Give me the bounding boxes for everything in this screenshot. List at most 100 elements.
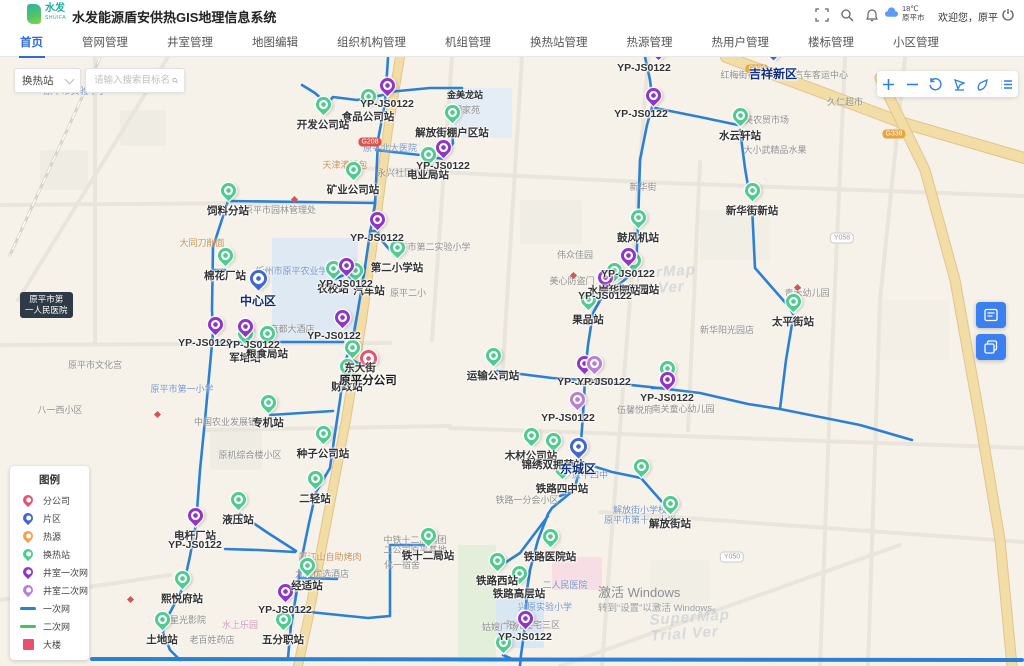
pipeline-primary bbox=[92, 659, 1022, 660]
legend-item-label: 井室一次网 bbox=[43, 566, 88, 579]
map-poi-label: 伍馨悦府 bbox=[617, 403, 653, 416]
measure-button[interactable] bbox=[950, 75, 968, 93]
station-label: 液压站 bbox=[222, 512, 254, 527]
map-canvas[interactable]: 换热站 bbox=[0, 57, 1024, 666]
layers-panel-button[interactable] bbox=[976, 334, 1006, 360]
logo-text-cn: 水发 bbox=[45, 4, 65, 14]
station-label: 运输公司站 bbox=[467, 368, 520, 383]
legend-item-label: 分公司 bbox=[43, 494, 70, 507]
map-poi-label: 新华街 bbox=[629, 180, 656, 193]
nav-tab-2[interactable]: 井室管理 bbox=[167, 34, 213, 50]
legend-pin-icon bbox=[20, 585, 36, 595]
welcome-text: 欢迎您，原平 bbox=[938, 9, 998, 24]
legend-panel: 图例 分公司片区热源换热站井室一次网井室二次网一次网二次网大楼 bbox=[10, 466, 89, 660]
station-label: 原平分公司 bbox=[339, 372, 397, 388]
pipeline-primary bbox=[225, 549, 295, 552]
activation-line2: 转到“设置”以激活 Windows。 bbox=[598, 600, 722, 614]
app-header: 水发 SHUIFA 水发能源盾安供热GIS地理信息系统 18℃ 原平市 欢迎您，… bbox=[0, 0, 1024, 28]
zoom-out-button[interactable] bbox=[903, 75, 921, 93]
nav-tab-0[interactable]: 首页 bbox=[20, 34, 43, 50]
nav-tab-10[interactable]: 小区管理 bbox=[893, 34, 939, 50]
station-label: YP-JS0122 bbox=[416, 160, 470, 172]
map-poi-label: 新华阳光园店 bbox=[700, 323, 754, 336]
station-label: YP-JS0122 bbox=[498, 631, 552, 643]
station-label: 第二小学站 bbox=[371, 260, 424, 275]
legend-item-2: 热源 bbox=[10, 527, 89, 545]
search-submit-icon[interactable] bbox=[172, 75, 178, 86]
bell-icon[interactable] bbox=[865, 8, 879, 22]
road-badge: G338 bbox=[882, 130, 905, 139]
chevron-down-icon bbox=[65, 74, 75, 84]
search-category-select[interactable]: 换热站 bbox=[14, 68, 81, 93]
app-title: 水发能源盾安供热GIS地理信息系统 bbox=[72, 7, 276, 26]
station-label: YP-JS0122 bbox=[178, 337, 232, 349]
legend-item-6: 一次网 bbox=[10, 599, 89, 617]
nav-tab-5[interactable]: 机组管理 bbox=[445, 34, 491, 50]
legend-item-label: 二次网 bbox=[43, 620, 70, 633]
zoom-in-button[interactable] bbox=[880, 75, 898, 93]
nav-tab-7[interactable]: 热源管理 bbox=[627, 34, 673, 50]
station-label: 铁十二局站 bbox=[402, 548, 455, 563]
draw-button[interactable] bbox=[974, 75, 992, 93]
map-poi-label: 忻州市原平农业学校 bbox=[255, 264, 336, 277]
map-poi-label: 大小武精品水果 bbox=[743, 143, 806, 156]
station-label: YP-JS0122 bbox=[614, 108, 668, 120]
main-nav: 首页 管网管理 井室管理 地图编辑 组织机构管理 机组管理 换热站管理 热源管理 热用户管理 楼标… bbox=[0, 28, 1024, 57]
legend-line-icon bbox=[20, 625, 36, 628]
station-label: 吉祥新区 bbox=[749, 65, 797, 82]
nav-tab-6[interactable]: 换热站管理 bbox=[530, 34, 588, 50]
station-label: 熙悦府站 bbox=[161, 591, 203, 606]
logout-icon[interactable] bbox=[1001, 8, 1015, 22]
logo-text-en: SHUIFA bbox=[45, 15, 66, 21]
weather-city: 原平市 bbox=[902, 13, 925, 22]
search-category-value: 换热站 bbox=[22, 73, 54, 88]
station-label: 新华街新站 bbox=[726, 203, 779, 218]
map-toolbar bbox=[877, 71, 1018, 97]
legend-item-label: 换热站 bbox=[43, 548, 70, 561]
station-label: 种子公司站 bbox=[297, 446, 350, 461]
windows-activation-watermark: 激活 Windows 转到“设置”以激活 Windows。 bbox=[598, 585, 722, 614]
map-poi-label: 二人民医院 bbox=[542, 578, 587, 591]
map-poi-label: 老百姓药店 bbox=[189, 633, 234, 646]
legend-item-0: 分公司 bbox=[10, 491, 89, 509]
map-poi-label: 原机综合楼小区 bbox=[218, 448, 281, 461]
station-label: 果品站 bbox=[572, 312, 604, 327]
map-poi-label: 大同刀削面 bbox=[179, 236, 224, 249]
legend-item-7: 二次网 bbox=[10, 617, 89, 635]
search-icon[interactable] bbox=[840, 8, 854, 22]
weather-widget[interactable]: 18℃ 原平市 bbox=[884, 4, 925, 22]
station-label: YP-JS0122 bbox=[640, 392, 694, 404]
legend-item-label: 一次网 bbox=[43, 602, 70, 615]
search-input[interactable] bbox=[92, 74, 172, 87]
reset-view-button[interactable] bbox=[927, 75, 945, 93]
legend-pin-icon bbox=[20, 531, 36, 541]
pipeline-primary bbox=[780, 318, 793, 409]
station-label: YP-JS0122 bbox=[577, 376, 631, 388]
cloud-icon bbox=[884, 7, 899, 19]
legend-panel-button[interactable] bbox=[976, 302, 1006, 328]
station-label: 饲料分站 bbox=[207, 203, 249, 218]
station-label: YP-JS0122 bbox=[360, 98, 414, 110]
hospital-dark-badge: 原平市第一人民医院 bbox=[20, 292, 73, 318]
legend-item-5: 井室二次网 bbox=[10, 581, 89, 599]
layer-list-button[interactable] bbox=[997, 75, 1015, 93]
map-poi-label: 原平二小 bbox=[390, 286, 426, 299]
map-poi-label: 原平市文化宫 bbox=[68, 358, 122, 371]
shuifa-logo-icon bbox=[27, 4, 41, 24]
station-label: YP-JS0122 bbox=[617, 62, 671, 74]
legend-item-label: 热源 bbox=[43, 530, 61, 543]
search-input-box bbox=[85, 68, 185, 93]
fullscreen-icon[interactable] bbox=[815, 8, 829, 22]
map-poi-label: 伟众佳园 bbox=[557, 248, 593, 261]
station-label: 解放街站 bbox=[649, 516, 691, 531]
station-label: YP-JS0122 bbox=[307, 330, 361, 342]
nav-tab-9[interactable]: 楼标管理 bbox=[808, 34, 854, 50]
station-label: 铁路高层站 bbox=[493, 586, 546, 601]
map-poi-label: 原平市园林管理处 bbox=[244, 203, 316, 216]
nav-tab-3[interactable]: 地图编辑 bbox=[252, 34, 298, 50]
nav-tab-8[interactable]: 热用户管理 bbox=[712, 34, 770, 50]
map-area-block bbox=[520, 200, 582, 244]
nav-tab-4[interactable]: 组织机构管理 bbox=[337, 34, 406, 50]
legend-item-label: 井室二次网 bbox=[43, 584, 88, 597]
nav-tab-1[interactable]: 管网管理 bbox=[82, 34, 128, 50]
